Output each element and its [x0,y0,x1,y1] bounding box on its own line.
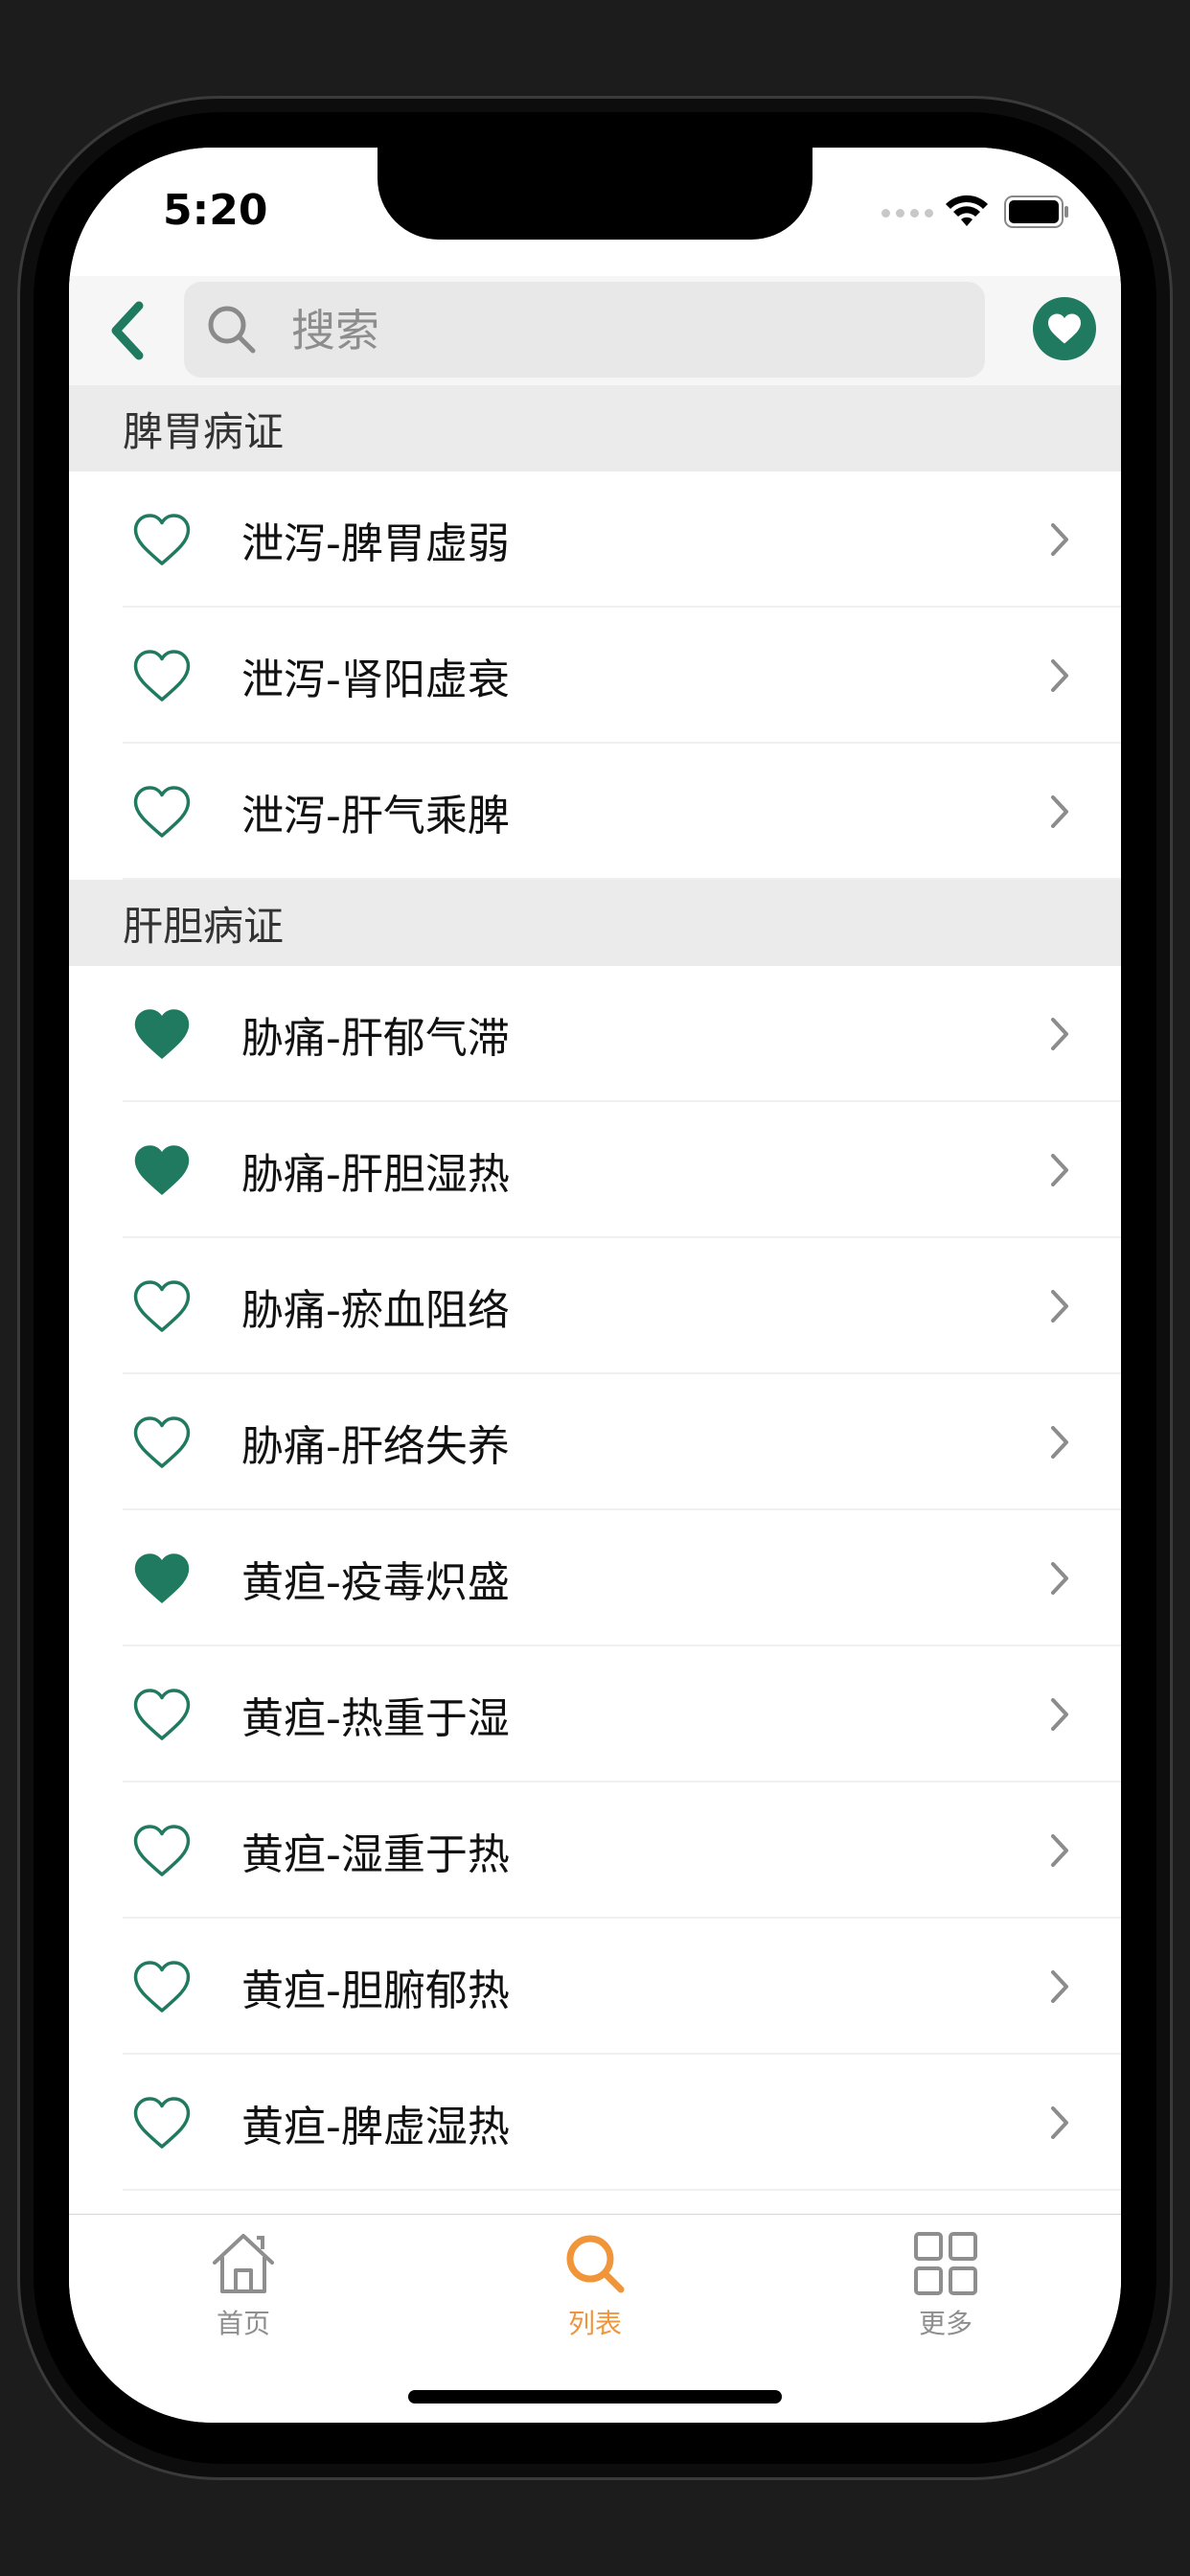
list-item[interactable]: 泄泻-肾阳虚衰 [69,608,1121,744]
back-button[interactable] [94,295,161,366]
chevron-right-icon [1041,2099,1079,2147]
list-item-label: 胁痛-肝胆湿热 [241,1150,510,1199]
list-item-label: 胁痛-瘀血阻络 [241,1286,510,1335]
tab-more[interactable]: 更多 [850,2230,1041,2341]
section-header: 肝胆病证 [69,880,1121,966]
list-item-label: 胁痛-肝郁气滞 [241,1014,510,1063]
list-item[interactable]: 黄疸-热重于湿 [69,1646,1121,1782]
heart-outline-icon[interactable] [128,1409,195,1476]
list-item[interactable]: 泄泻-脾胃虚弱 [69,472,1121,608]
chevron-right-icon [1041,1282,1079,1330]
tab-more-label: 更多 [918,2308,973,2339]
chevron-right-icon [1041,1010,1079,1058]
heart-outline-icon[interactable] [128,1817,195,1884]
favorites-filter-button[interactable] [1033,297,1096,360]
search-icon [208,306,256,354]
heart-filled-icon[interactable] [128,1137,195,1204]
chevron-right-icon [1041,516,1079,564]
heart-filled-icon[interactable] [128,1000,195,1068]
condition-list[interactable]: 脾胃病证泄泻-脾胃虚弱 泄泻-肾阳虚衰 泄泻-肝气乘脾肝胆病证胁痛-肝郁气滞 胁痛-肝… [69,385,1121,2214]
heart-outline-icon[interactable] [128,1681,195,1748]
list-item[interactable]: 黄疸-湿重于热 [69,1782,1121,1919]
chevron-right-icon [1041,1146,1079,1194]
heart-outline-icon[interactable] [128,778,195,845]
list-item[interactable]: 泄泻-肝气乘脾 [69,744,1121,880]
list-item-label: 黄疸-湿重于热 [241,1830,510,1879]
tab-home-label: 首页 [216,2308,270,2339]
list-item-label: 黄疸-疫毒炽盛 [241,1558,510,1607]
heart-outline-icon[interactable] [128,1953,195,2020]
battery-icon [1004,196,1068,228]
home-indicator [408,2390,782,2404]
list-item-label: 泄泻-肝气乘脾 [241,792,510,840]
tab-list-label: 列表 [567,2308,622,2339]
tab-list[interactable]: 列表 [499,2230,691,2341]
list-item-label: 黄疸-热重于湿 [241,1694,510,1743]
chevron-right-icon [1041,1418,1079,1466]
list-item-label: 黄疸-脾虚湿热 [241,2103,510,2151]
wifi-icon [946,195,988,226]
list-item-label: 黄疸-胆腑郁热 [241,1966,510,2015]
heart-outline-icon[interactable] [128,2089,195,2156]
list-item-label: 泄泻-肾阳虚衰 [241,656,510,704]
list-item-partial[interactable] [69,2191,1121,2214]
list-item[interactable]: 黄疸-疫毒炽盛 [69,1510,1121,1646]
cellular-signal-icon [881,209,933,218]
list-item[interactable]: 胁痛-瘀血阻络 [69,1238,1121,1374]
screen: 5:20 搜索 脾胃病证 泄泻-脾胃虚弱 泄泻-肾阳虚衰 泄泻-肝气乘脾 肝胆病… [69,148,1121,2423]
status-time: 5:20 [163,186,268,235]
tab-home[interactable]: 首页 [148,2230,339,2341]
chevron-right-icon [1041,652,1079,700]
heart-outline-icon[interactable] [128,506,195,573]
chevron-right-icon [1041,1827,1079,1874]
home-icon [213,2234,274,2293]
notch [378,148,812,240]
search-field[interactable] [184,282,985,380]
heart-icon [1048,313,1081,344]
section-header: 脾胃病证 [69,385,1121,472]
chevron-right-icon [1041,1963,1079,2011]
list-item[interactable]: 黄疸-胆腑郁热 [69,1919,1121,2055]
list-item-label: 胁痛-肝络失养 [241,1422,510,1471]
list-item[interactable]: 胁痛-肝郁气滞 [69,966,1121,1102]
search-bar [69,276,1121,385]
chevron-right-icon [1041,1690,1079,1738]
list-item[interactable]: 黄疸-脾虚湿热 [69,2055,1121,2191]
list-item-label: 泄泻-脾胃虚弱 [241,519,510,568]
list-item[interactable]: 胁痛-肝胆湿热 [69,1102,1121,1238]
grid-icon [914,2232,977,2295]
search-input[interactable] [289,282,964,380]
chevron-right-icon [1041,1554,1079,1602]
list-item[interactable]: 胁痛-肝络失养 [69,1374,1121,1510]
chevron-right-icon [1041,788,1079,836]
heart-outline-icon[interactable] [128,1273,195,1340]
heart-filled-icon[interactable] [128,1545,195,1612]
search-icon [566,2235,625,2293]
heart-outline-icon[interactable] [128,642,195,709]
chevron-left-icon [111,301,144,360]
